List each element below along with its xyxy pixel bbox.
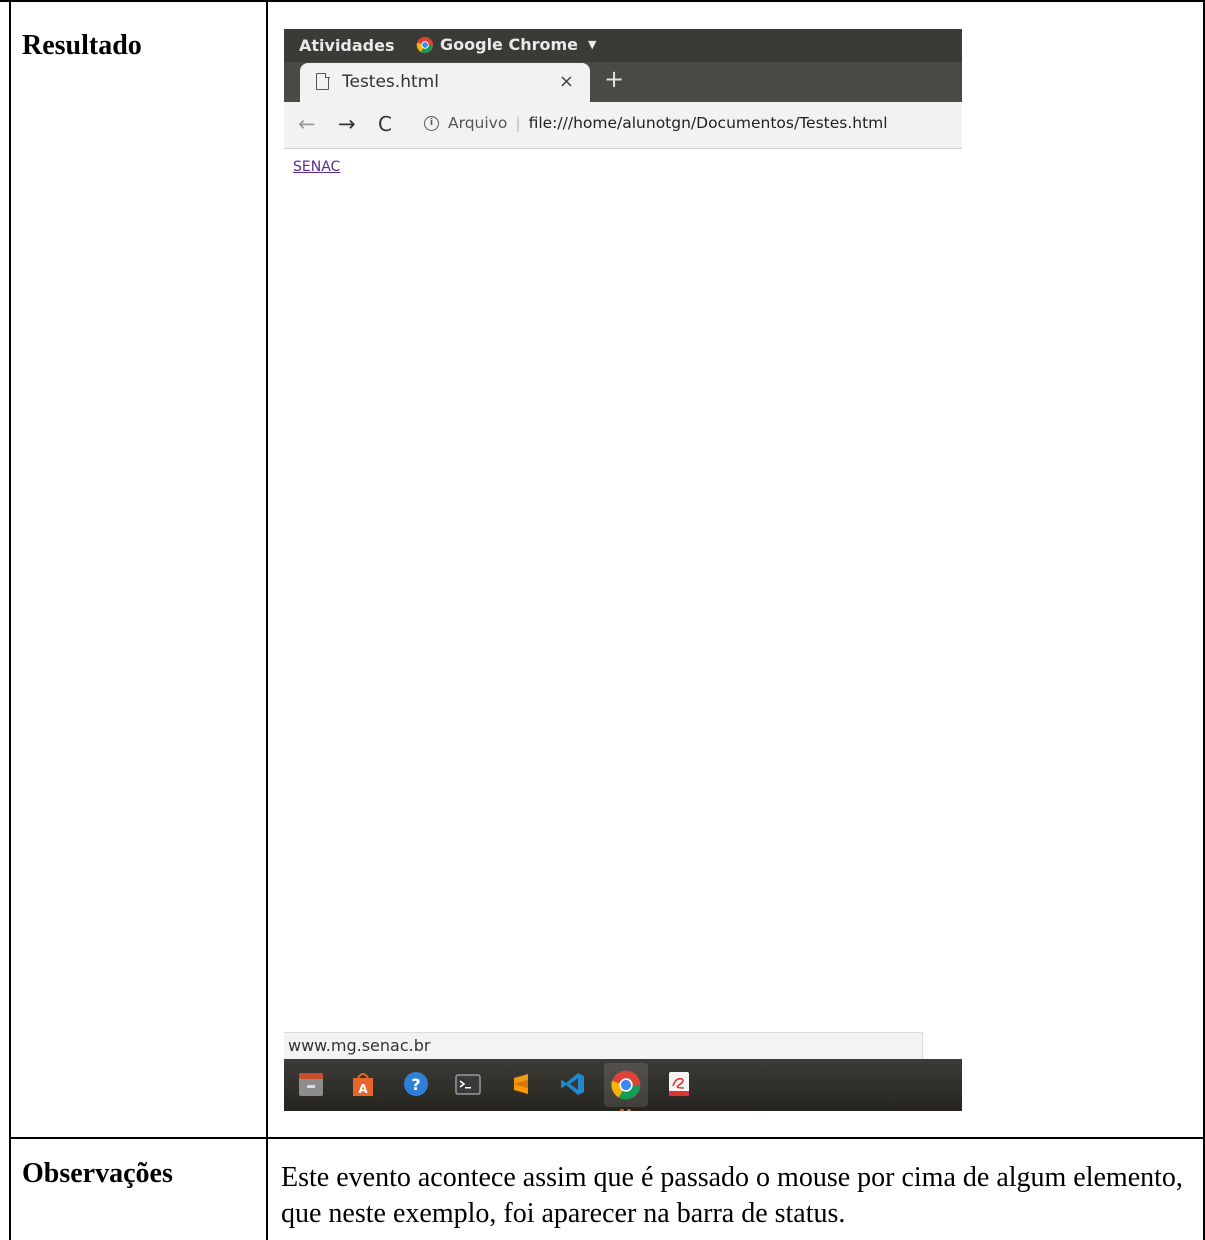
vscode-icon[interactable] bbox=[558, 1069, 588, 1099]
sublime-glyph bbox=[514, 1074, 528, 1094]
app-menu[interactable]: Google Chrome ▼ bbox=[416, 35, 596, 54]
help-glyph: ? bbox=[404, 1072, 428, 1096]
libreoffice-draw-icon[interactable] bbox=[664, 1069, 694, 1099]
info-icon[interactable]: i bbox=[424, 115, 439, 131]
app-name: Google Chrome bbox=[440, 35, 579, 54]
running-indicator bbox=[627, 1109, 631, 1111]
ubuntu-topbar: Atividades Google Chrome ▼ bbox=[284, 29, 962, 62]
table-border-top bbox=[0, 0, 1205, 2]
status-url: www.mg.senac.br bbox=[288, 1036, 431, 1055]
url-text[interactable]: file:///home/alunotgn/Documentos/Testes.… bbox=[529, 114, 888, 132]
svg-text:?: ? bbox=[411, 1075, 420, 1094]
chrome-glyph bbox=[611, 1070, 641, 1100]
svg-text:A: A bbox=[358, 1082, 368, 1096]
draw-glyph bbox=[669, 1072, 689, 1096]
terminal-icon[interactable] bbox=[453, 1069, 483, 1099]
site-info-label: Arquivo bbox=[448, 114, 508, 132]
tab-title: Testes.html bbox=[342, 72, 439, 92]
resultado-label: Resultado bbox=[22, 30, 142, 61]
caret-down-icon: ▼ bbox=[588, 38, 597, 51]
software-center-glyph: A bbox=[353, 1073, 373, 1096]
tab-close-button[interactable]: × bbox=[559, 71, 574, 92]
help-icon[interactable]: ? bbox=[401, 1069, 431, 1099]
document-icon bbox=[316, 72, 330, 90]
ubuntu-dock: A ? bbox=[284, 1059, 962, 1111]
status-bubble: www.mg.senac.br bbox=[284, 1032, 923, 1060]
browser-screenshot: Atividades Google Chrome ▼ Testes.html ×… bbox=[284, 29, 962, 1111]
running-indicator bbox=[620, 1109, 624, 1111]
omnibox-separator: | bbox=[515, 114, 521, 132]
vscode-glyph bbox=[561, 1073, 584, 1095]
files-icon-glyph bbox=[299, 1073, 323, 1096]
chrome-icon bbox=[416, 36, 434, 53]
observacoes-label: Observações bbox=[22, 1158, 173, 1189]
new-tab-button[interactable]: + bbox=[604, 65, 624, 93]
table-column-divider bbox=[266, 0, 268, 1240]
software-center-icon[interactable]: A bbox=[348, 1069, 378, 1099]
forward-button[interactable]: → bbox=[338, 112, 356, 136]
tab-testes[interactable]: Testes.html × bbox=[300, 63, 590, 102]
terminal-glyph bbox=[455, 1074, 481, 1095]
activities-button[interactable]: Atividades bbox=[299, 36, 395, 55]
reload-button[interactable]: C bbox=[378, 112, 392, 136]
table-row-divider bbox=[9, 1137, 1205, 1139]
chrome-icon[interactable] bbox=[604, 1063, 648, 1111]
sublime-icon[interactable] bbox=[506, 1069, 536, 1099]
omnibox[interactable]: i Arquivo | file:///home/alunotgn/Docume… bbox=[424, 114, 888, 132]
table-border-left bbox=[9, 0, 11, 1240]
files-icon[interactable] bbox=[296, 1069, 326, 1099]
senac-link[interactable]: SENAC bbox=[293, 159, 340, 175]
browser-toolbar: ← → C i Arquivo | file:///home/alunotgn/… bbox=[284, 102, 962, 149]
back-button[interactable]: ← bbox=[298, 112, 316, 136]
observations-text: Este evento acontece assim que é passado… bbox=[281, 1162, 1183, 1229]
